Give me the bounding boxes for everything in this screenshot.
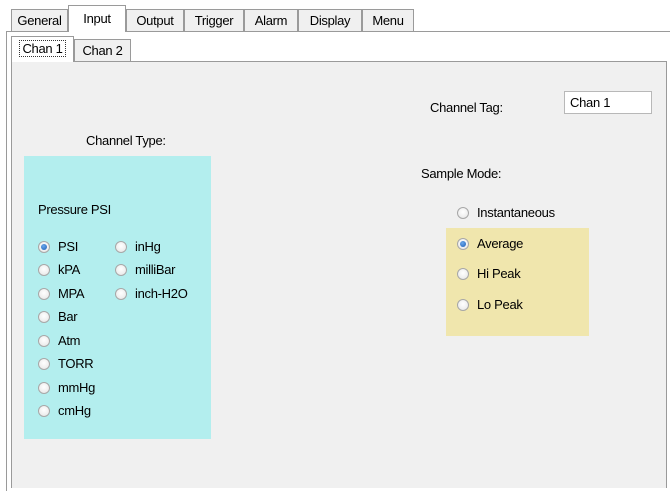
- radio-label: PSI: [58, 239, 79, 254]
- radio-mpa[interactable]: MPA: [38, 286, 85, 301]
- pressure-group-label: Pressure PSI: [38, 202, 111, 217]
- radio-label: Average: [477, 236, 524, 251]
- tab-chan-1[interactable]: Chan 1: [11, 36, 74, 62]
- radio-label: mmHg: [58, 380, 96, 395]
- tab-alarm[interactable]: Alarm: [244, 9, 298, 31]
- radio-label: Instantaneous: [477, 205, 555, 220]
- tab-trigger-label: Trigger: [194, 13, 234, 28]
- radio-indicator: [457, 298, 469, 311]
- radio-lo-peak[interactable]: Lo Peak: [457, 297, 523, 312]
- radio-atm[interactable]: Atm: [38, 333, 81, 348]
- tab-general-label: General: [17, 13, 62, 28]
- tab-input[interactable]: Input: [68, 5, 126, 32]
- tab-alarm-label: Alarm: [254, 13, 288, 28]
- radio-kpa[interactable]: kPA: [38, 262, 80, 277]
- channel-tag-input[interactable]: [564, 91, 652, 114]
- radio-mmhg[interactable]: mmHg: [38, 380, 95, 395]
- radio-label: Bar: [58, 309, 78, 324]
- radio-label: Atm: [58, 333, 81, 348]
- radio-average[interactable]: Average: [457, 236, 523, 251]
- tab-chan-1-label: Chan 1: [19, 40, 66, 57]
- radio-label: inch-H2O: [135, 286, 188, 301]
- radio-indicator: [38, 357, 50, 370]
- tab-display-label: Display: [309, 13, 351, 28]
- radio-indicator: [457, 237, 469, 250]
- radio-indicator: [38, 404, 50, 417]
- radio-label: Lo Peak: [477, 297, 523, 312]
- tab-chan-2-label: Chan 2: [82, 43, 123, 58]
- radio-indicator: [457, 206, 469, 219]
- channel-type-label: Channel Type:: [86, 133, 166, 148]
- tab-trigger[interactable]: Trigger: [184, 9, 244, 31]
- radio-inch-h2o[interactable]: inch-H2O: [115, 286, 188, 301]
- radio-hi-peak[interactable]: Hi Peak: [457, 266, 521, 281]
- radio-indicator: [38, 287, 50, 300]
- radio-label: kPA: [58, 262, 80, 277]
- radio-indicator: [457, 267, 469, 280]
- tab-output-label: Output: [136, 13, 174, 28]
- radio-indicator: [38, 263, 50, 276]
- tab-input-label: Input: [83, 11, 111, 26]
- radio-label: cmHg: [58, 403, 91, 418]
- sample-mode-label: Sample Mode:: [421, 166, 502, 181]
- radio-indicator: [38, 240, 50, 253]
- radio-millibar[interactable]: milliBar: [115, 262, 176, 277]
- radio-instantaneous[interactable]: Instantaneous: [457, 205, 555, 220]
- radio-indicator: [115, 263, 127, 276]
- tab-menu[interactable]: Menu: [362, 9, 414, 31]
- radio-cmhg[interactable]: cmHg: [38, 403, 91, 418]
- radio-psi[interactable]: PSI: [38, 239, 78, 254]
- tab-menu-label: Menu: [372, 13, 404, 28]
- radio-indicator: [38, 381, 50, 394]
- radio-label: inHg: [135, 239, 161, 254]
- radio-label: milliBar: [135, 262, 176, 277]
- radio-label: TORR: [58, 356, 94, 371]
- channel-tag-label: Channel Tag:: [430, 100, 503, 115]
- radio-label: Hi Peak: [477, 266, 521, 281]
- tab-display[interactable]: Display: [298, 9, 362, 31]
- radio-indicator: [38, 310, 50, 323]
- tab-chan-2[interactable]: Chan 2: [74, 39, 131, 61]
- radio-indicator: [38, 334, 50, 347]
- radio-indicator: [115, 240, 127, 253]
- radio-torr[interactable]: TORR: [38, 356, 94, 371]
- tab-general[interactable]: General: [11, 9, 68, 31]
- radio-inhg[interactable]: inHg: [115, 239, 161, 254]
- radio-indicator: [115, 287, 127, 300]
- radio-bar[interactable]: Bar: [38, 309, 78, 324]
- tab-output[interactable]: Output: [126, 9, 184, 31]
- radio-label: MPA: [58, 286, 85, 301]
